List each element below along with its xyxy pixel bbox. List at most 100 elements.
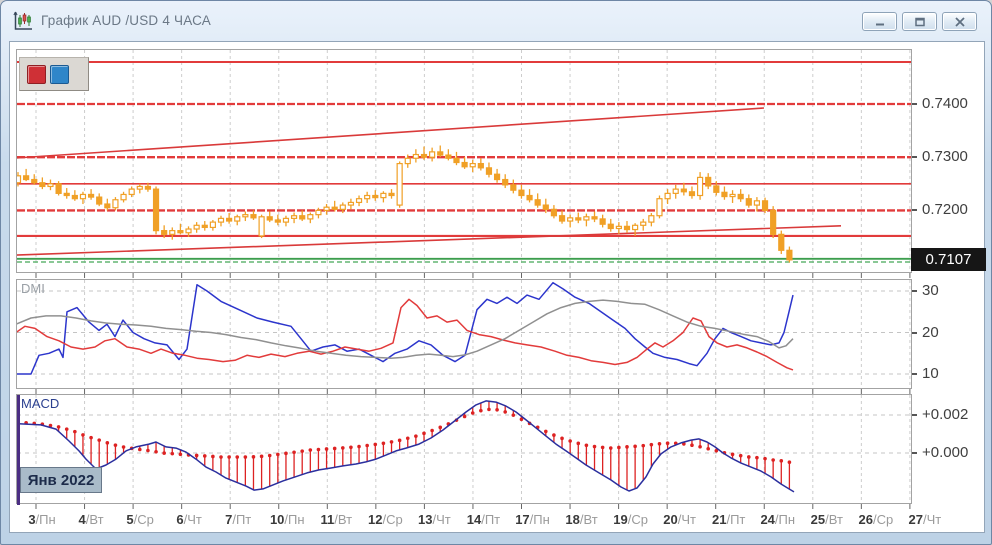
candle xyxy=(649,216,654,222)
candlestick-chart-icon xyxy=(12,10,34,32)
day-label: 25/Вт xyxy=(802,512,852,527)
candle xyxy=(478,164,483,168)
signal-dot xyxy=(641,444,645,448)
candle xyxy=(80,194,85,198)
candle xyxy=(608,224,613,228)
candle xyxy=(763,201,768,211)
candle xyxy=(235,217,240,221)
candle xyxy=(633,225,638,229)
day-label: 12/Ср xyxy=(360,512,410,527)
day-label: 21/Пт xyxy=(704,512,754,527)
close-button[interactable] xyxy=(942,12,977,31)
candle xyxy=(551,209,556,215)
candle xyxy=(137,186,142,189)
macd-panel[interactable] xyxy=(16,394,912,510)
signal-dot xyxy=(203,454,207,458)
signal-dot xyxy=(89,436,93,440)
dmi-tick xyxy=(912,373,917,375)
signal-dot xyxy=(552,433,556,437)
maximize-button[interactable] xyxy=(902,12,937,31)
signal-dot xyxy=(601,446,605,450)
signal-dot xyxy=(690,443,694,447)
candle xyxy=(283,218,288,222)
window-title: График AUD /USD 4 ЧАСА xyxy=(41,13,211,28)
candle xyxy=(105,204,110,208)
day-label: 13/Чт xyxy=(409,512,459,527)
dmi-tick xyxy=(912,332,917,334)
signal-dot xyxy=(706,447,710,451)
candle xyxy=(665,193,670,198)
candle xyxy=(97,197,102,204)
day-label: 20/Чт xyxy=(655,512,705,527)
day-label: 26/Ср xyxy=(851,512,901,527)
signal-dot xyxy=(365,444,369,448)
candle xyxy=(259,217,264,236)
indicator-line xyxy=(16,283,793,374)
candle xyxy=(519,190,524,195)
candle xyxy=(129,189,134,194)
signal-dot xyxy=(325,447,329,451)
signal-dot xyxy=(268,454,272,458)
candle xyxy=(600,219,605,224)
signal-dot xyxy=(73,430,77,434)
candle xyxy=(543,205,548,209)
signal-dot xyxy=(122,445,126,449)
candle xyxy=(243,215,248,217)
signal-dot xyxy=(292,450,296,454)
minimize-button[interactable] xyxy=(862,12,897,31)
blue-style-button[interactable] xyxy=(50,65,69,84)
day-label: 24/Пн xyxy=(753,512,803,527)
candle xyxy=(170,231,175,235)
candle xyxy=(462,163,467,167)
price-chart-panel[interactable] xyxy=(16,49,912,279)
candle xyxy=(316,210,321,214)
day-label: 19/Ср xyxy=(606,512,656,527)
signal-dot xyxy=(382,441,386,445)
price-scale-label: 0.7400 xyxy=(922,95,968,112)
dmi-panel[interactable] xyxy=(16,279,912,395)
signal-dot xyxy=(763,457,767,461)
title-bar[interactable]: График AUD /USD 4 ЧАСА xyxy=(1,1,991,41)
candle xyxy=(657,199,662,216)
signal-dot xyxy=(398,439,402,443)
candle xyxy=(568,218,573,221)
candle xyxy=(113,200,118,208)
candle xyxy=(779,234,784,250)
day-label: 14/Пт xyxy=(458,512,508,527)
macd-scale-label: +0.000 xyxy=(922,444,968,461)
chart-window: График AUD /USD 4 ЧАСА DMI MACD Янв 2022… xyxy=(0,0,992,545)
price-scale: 0.74000.73000.72000.7107 xyxy=(912,49,992,279)
candle xyxy=(625,226,630,229)
panel-border xyxy=(17,280,912,389)
year-label: Янв 2022 xyxy=(20,467,102,493)
day-label: 7/Пт xyxy=(213,512,263,527)
candle xyxy=(405,158,410,163)
signal-dot xyxy=(170,452,174,456)
window-controls xyxy=(862,12,977,31)
signal-dot xyxy=(771,458,775,462)
candle xyxy=(511,185,516,190)
signal-dot xyxy=(406,436,410,440)
signal-dot xyxy=(260,455,264,459)
signal-dot xyxy=(390,440,394,444)
day-label: 10/Пн xyxy=(262,512,312,527)
candle xyxy=(24,176,29,180)
signal-dot xyxy=(414,434,418,438)
candle xyxy=(348,202,353,205)
macd-tick xyxy=(912,414,917,416)
candle xyxy=(689,192,694,196)
price-tick xyxy=(912,103,917,105)
signal-dot xyxy=(349,446,353,450)
price-tick xyxy=(912,209,917,211)
candle xyxy=(576,218,581,220)
candle xyxy=(227,218,232,221)
candle xyxy=(592,217,597,219)
signal-dot xyxy=(57,425,61,429)
signal-dot xyxy=(487,408,491,412)
candle xyxy=(121,194,126,199)
signal-dot xyxy=(422,432,426,436)
chart-style-toolbar xyxy=(19,57,89,91)
candle xyxy=(673,189,678,193)
day-label: 6/Чт xyxy=(164,512,214,527)
red-style-button[interactable] xyxy=(27,65,46,84)
